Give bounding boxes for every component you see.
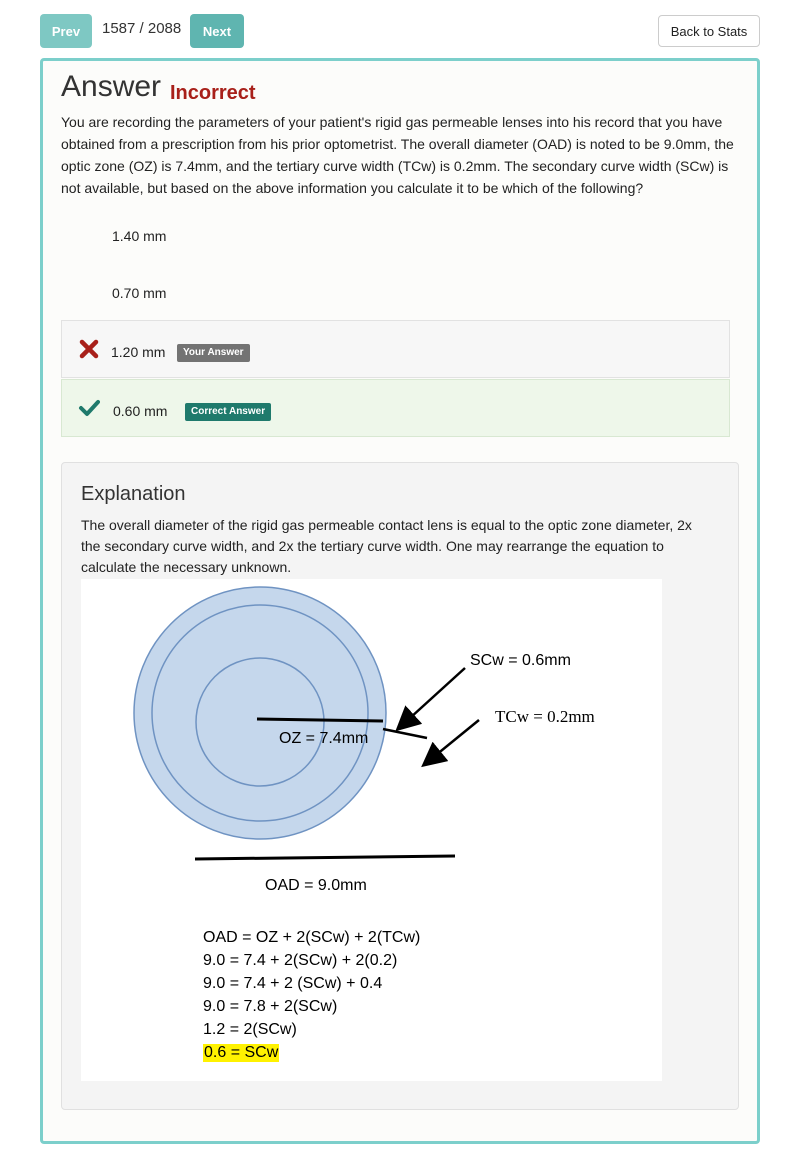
scw-segment-line (382, 727, 428, 740)
choice-label: 1.20 mm (111, 344, 166, 360)
highlighted-result-equation: 0.6 = SCw (203, 1044, 280, 1062)
choice-label: 0.70 mm (112, 285, 167, 301)
answer-choice[interactable]: 0.70 mm (61, 265, 730, 323)
equation-line: 9.0 = 7.4 + 2 (SCw) + 0.4 (203, 975, 383, 992)
answer-heading: Answer (61, 70, 162, 103)
scw-label: SCw = 0.6mm (470, 652, 571, 669)
equation-line: OAD = OZ + 2(SCw) + 2(TCw) (203, 929, 421, 946)
optic-zone-circle (195, 657, 325, 787)
checkmark-icon (79, 400, 100, 416)
your-answer-badge: Your Answer (177, 344, 250, 362)
back-to-stats-button[interactable]: Back to Stats (658, 15, 760, 47)
scw-arrow (395, 667, 466, 732)
next-button[interactable]: Next (190, 14, 244, 48)
lens-diagram-figure: SCw = 0.6mm TCw = 0.2mm OZ = 7.4mm OAD =… (81, 579, 662, 1081)
tcw-arrow (421, 719, 480, 768)
top-nav-bar: Prev 1587 / 2088 Next Back to Stats (0, 0, 800, 60)
equation-line: 9.0 = 7.4 + 2(SCw) + 2(0.2) (203, 952, 398, 969)
choice-label: 0.60 mm (113, 403, 168, 419)
lens-diagram: SCw = 0.6mm TCw = 0.2mm OZ = 7.4mm OAD =… (133, 586, 595, 894)
oz-diameter-line (256, 717, 384, 723)
tcw-label: TCw = 0.2mm (495, 707, 595, 726)
question-text: You are recording the parameters of your… (61, 114, 734, 196)
equation-line: 9.0 = 7.8 + 2(SCw) (203, 998, 338, 1015)
explanation-title: Explanation (81, 483, 186, 505)
answer-choice-selected[interactable]: 1.20 mm Your Answer (61, 320, 730, 378)
correct-answer-badge: Correct Answer (185, 403, 272, 421)
answer-choice[interactable]: 1.40 mm (61, 208, 730, 266)
explanation-text: The overall diameter of the rigid gas pe… (81, 517, 692, 575)
x-mark-icon (79, 339, 99, 359)
equation-line: 1.2 = 2(SCw) (203, 1021, 297, 1038)
result-status: Incorrect (170, 82, 256, 104)
choice-label: 1.40 mm (112, 228, 167, 244)
oz-label: OZ = 7.4mm (279, 730, 368, 747)
answer-choice-correct[interactable]: 0.60 mm Correct Answer (61, 379, 730, 437)
question-counter: 1587 / 2088 (102, 20, 182, 37)
oad-label: OAD = 9.0mm (265, 877, 367, 894)
prev-button[interactable]: Prev (40, 14, 92, 48)
oad-diameter-line (194, 854, 456, 861)
